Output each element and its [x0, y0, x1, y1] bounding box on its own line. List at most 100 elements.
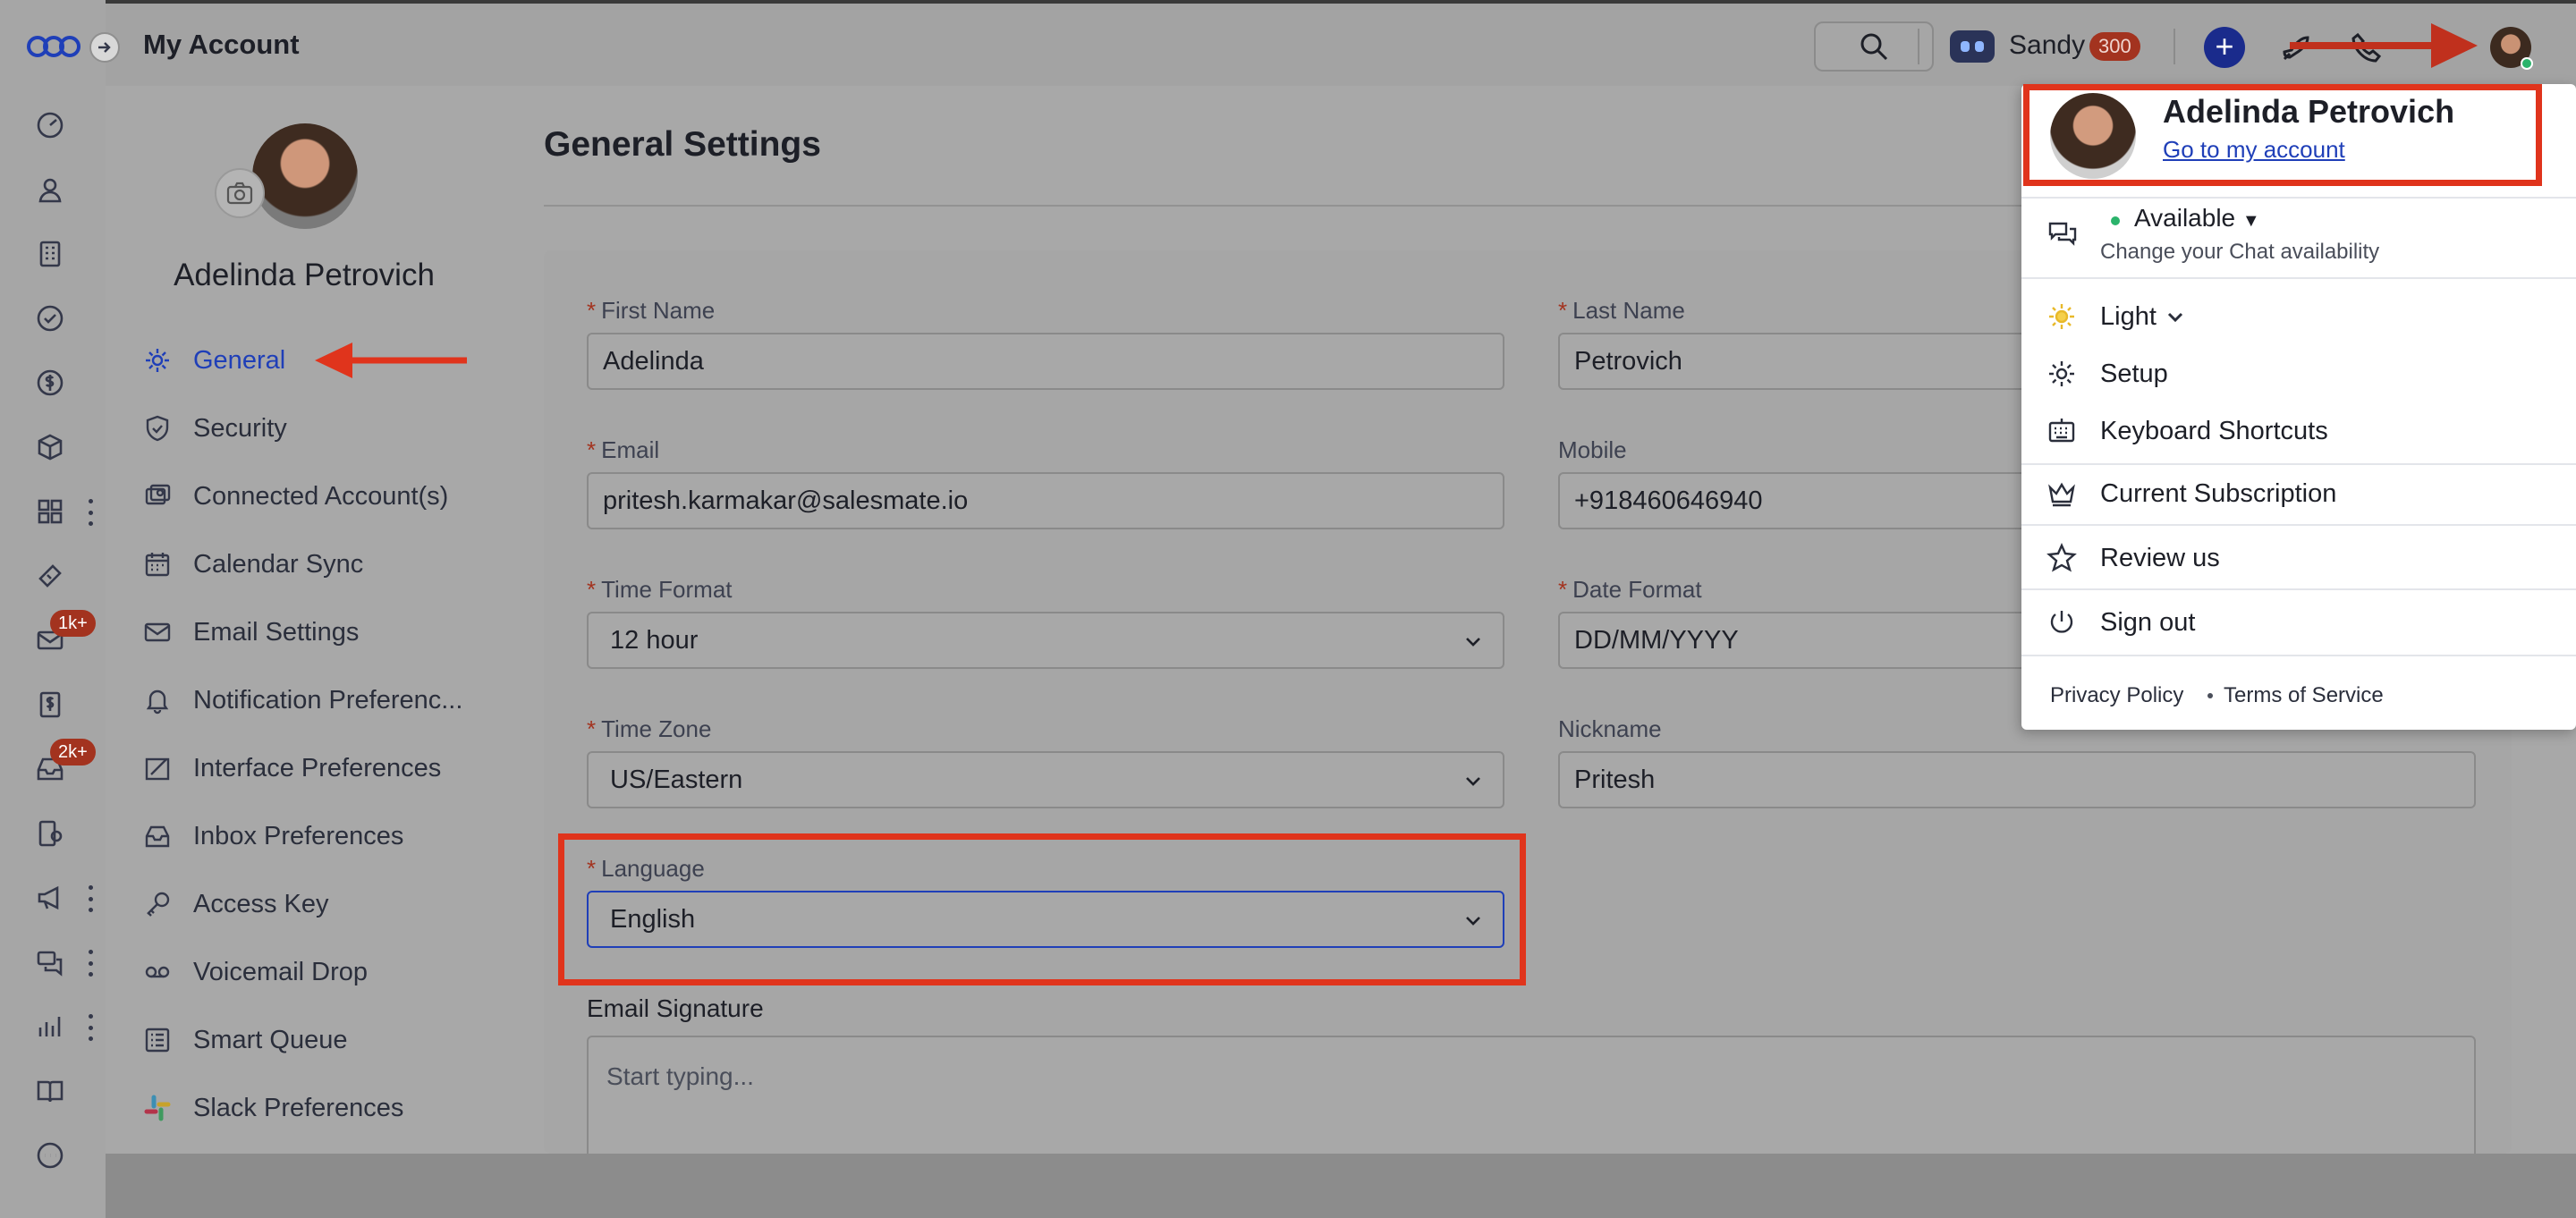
menu-item-label: Keyboard Shortcuts: [2100, 416, 2328, 445]
menu-item-label: Review us: [2100, 543, 2220, 572]
theme-label: Light: [2100, 301, 2157, 331]
reports-more-icon[interactable]: [86, 1014, 95, 1041]
first-name-input[interactable]: Adelinda: [587, 333, 1504, 390]
logo-icon[interactable]: [25, 29, 82, 64]
knowledge-base-icon[interactable]: [30, 1071, 70, 1111]
first-name-label: * First Name: [587, 297, 715, 325]
required-mark: *: [587, 436, 597, 463]
inbox-badge: 2k+: [50, 739, 96, 765]
profile-avatar: [252, 123, 358, 229]
nav-item-label: Notification Preferenc...: [193, 685, 463, 715]
annotation-arrow-icon: [2290, 23, 2478, 68]
privacy-policy-link[interactable]: Privacy Policy: [2050, 683, 2183, 708]
nav-item-smart-queue[interactable]: Smart Queue: [143, 1018, 501, 1062]
theme-toggle[interactable]: Light: [2046, 295, 2208, 338]
divider: [2021, 463, 2576, 465]
nickname-input[interactable]: Pritesh: [1558, 751, 2476, 808]
conversations-more-icon[interactable]: [86, 950, 95, 977]
apps-more-icon[interactable]: [86, 499, 95, 526]
conversations-icon[interactable]: [30, 943, 70, 982]
required-mark: *: [1558, 297, 1568, 324]
search-icon: [1860, 33, 1888, 61]
crown-icon: [2048, 482, 2075, 507]
header-user-name[interactable]: Sandy: [2009, 30, 2085, 61]
date-format-label: * Date Format: [1558, 576, 1702, 604]
nav-item-notification-preferences[interactable]: Notification Preferenc...: [143, 678, 501, 723]
tasks-icon[interactable]: [30, 299, 70, 338]
sun-icon: [2049, 304, 2074, 329]
more-icon[interactable]: [30, 1136, 70, 1175]
chevron-down-icon: [1466, 777, 1480, 786]
nav-item-label: Security: [193, 413, 287, 443]
bottom-overlay-strip: [106, 1154, 2576, 1218]
key-icon: [147, 892, 170, 917]
icon-rail: 1k+ 2k+: [0, 0, 106, 1218]
nav-item-label: General: [193, 345, 286, 375]
menu-item-sign-out[interactable]: Sign out: [2046, 601, 2195, 644]
nav-item-voicemail-drop[interactable]: Voicemail Drop: [143, 950, 501, 994]
menu-item-current-subscription[interactable]: Current Subscription: [2046, 472, 2336, 515]
connected-accounts-icon: [145, 484, 171, 505]
camera-icon: [226, 182, 253, 205]
terms-of-service-link[interactable]: Terms of Service: [2224, 683, 2384, 708]
search-button[interactable]: [1814, 21, 1934, 72]
shield-icon: [146, 415, 169, 442]
sequences-icon[interactable]: [30, 814, 70, 853]
quick-add-button[interactable]: +: [2204, 27, 2245, 68]
availability-toggle[interactable]: Available ▼: [2134, 204, 2260, 233]
nav-item-connected-accounts[interactable]: Connected Account(s): [143, 474, 501, 519]
time-zone-select[interactable]: US/Eastern: [587, 751, 1504, 808]
nickname-label: Nickname: [1558, 715, 1662, 742]
contacts-icon[interactable]: [30, 170, 70, 209]
nav-item-label: Voicemail Drop: [193, 957, 369, 986]
user-avatar-button[interactable]: [2490, 27, 2533, 70]
tickets-icon[interactable]: [30, 556, 70, 596]
mail-icon: [144, 622, 171, 642]
apps-icon[interactable]: [30, 492, 70, 531]
nav-item-label: Access Key: [193, 889, 329, 918]
nav-item-email-settings[interactable]: Email Settings: [143, 610, 501, 655]
label-text: Last Name: [1572, 297, 1685, 324]
email-signature-label: Email Signature: [587, 994, 764, 1022]
products-icon[interactable]: [30, 427, 70, 467]
time-format-select[interactable]: 12 hour: [587, 612, 1504, 669]
divider: [2021, 524, 2576, 526]
campaigns-more-icon[interactable]: [86, 885, 95, 912]
nav-item-calendar-sync[interactable]: Calendar Sync: [143, 542, 501, 587]
nav-item-access-key[interactable]: Access Key: [143, 882, 501, 926]
queue-icon: [145, 1028, 170, 1053]
email-input[interactable]: pritesh.karmakar@salesmate.io: [587, 472, 1504, 529]
annotation-arrow-icon: [315, 343, 467, 378]
nav-item-label: Email Settings: [193, 617, 360, 647]
arrow-right-icon: [98, 42, 111, 53]
time-format-label: * Time Format: [587, 576, 733, 604]
campaigns-icon[interactable]: [30, 878, 70, 918]
nav-item-interface-preferences[interactable]: Interface Preferences: [143, 746, 501, 791]
nav-item-label: Calendar Sync: [193, 549, 364, 579]
menu-item-label: Sign out: [2100, 607, 2196, 637]
change-photo-button[interactable]: [215, 168, 265, 218]
nav-item-slack-preferences[interactable]: Slack Preferences: [143, 1086, 501, 1130]
required-mark: *: [587, 576, 597, 603]
chevron-down-icon: [2167, 312, 2182, 323]
dashboard-icon[interactable]: [30, 106, 70, 145]
nav-item-security[interactable]: Security: [143, 406, 501, 451]
availability-hint: Change your Chat availability: [2100, 240, 2380, 264]
expand-sidebar-button[interactable]: [89, 32, 120, 63]
online-status-dot: [2521, 57, 2533, 70]
menu-item-review-us[interactable]: Review us: [2046, 537, 2220, 579]
menu-item-label: Current Subscription: [2100, 478, 2337, 508]
last-name-label: * Last Name: [1558, 297, 1685, 325]
menu-item-keyboard-shortcuts[interactable]: Keyboard Shortcuts: [2046, 410, 2328, 453]
bell-icon: [146, 689, 169, 715]
invoices-icon[interactable]: [30, 685, 70, 724]
deals-icon[interactable]: [30, 363, 70, 402]
required-mark: *: [587, 715, 597, 742]
companies-icon[interactable]: [30, 234, 70, 274]
nav-item-label: Smart Queue: [193, 1025, 348, 1054]
divider: [2174, 29, 2175, 64]
reports-icon[interactable]: [30, 1007, 70, 1046]
menu-item-setup[interactable]: Setup: [2046, 352, 2168, 395]
nav-item-inbox-preferences[interactable]: Inbox Preferences: [143, 814, 501, 859]
bot-avatar-icon[interactable]: [1950, 30, 1995, 63]
